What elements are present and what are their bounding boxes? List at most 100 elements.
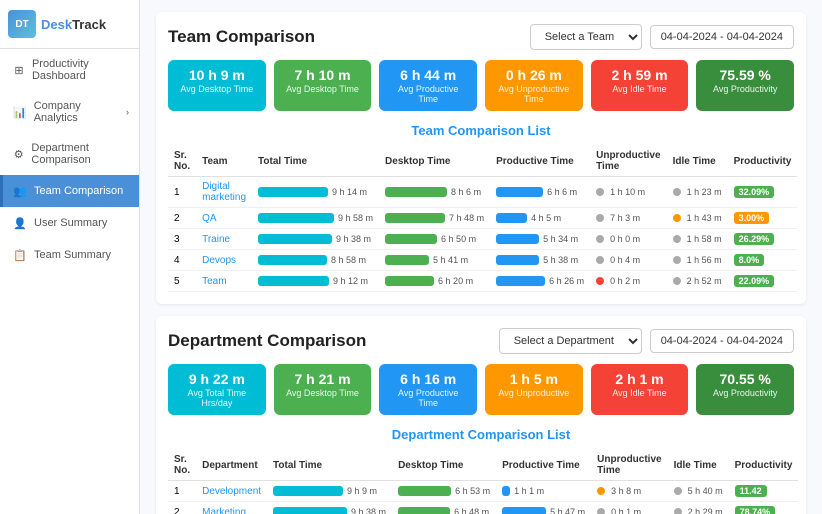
idle-time: 1 h 56 m [687,255,722,265]
col-header: Total Time [252,146,379,177]
productive-bar [496,276,545,286]
total-bar [258,187,328,197]
stat-card-0: 10 h 9 m Avg Desktop Time [168,60,266,111]
team-comparison-table: Sr. No.TeamTotal TimeDesktop TimeProduct… [168,146,797,292]
unproductive-time: 3 h 8 m [611,486,641,496]
logo: DT DeskTrack [0,0,139,49]
sidebar-item-company[interactable]: 📊 Company Analytics › [0,91,139,133]
desktop-time-cell: 8 h 6 m [379,177,490,208]
sidebar-item-user[interactable]: 👤 User Summary [0,207,139,239]
team-stats-row: 10 h 9 m Avg Desktop Time7 h 10 m Avg De… [168,60,794,111]
team-select[interactable]: Select a Team [530,24,642,50]
stat-label: Avg Desktop Time [284,388,362,398]
dept-select[interactable]: Select a Department [499,328,642,354]
col-header: Team [196,146,252,177]
team-icon: 👥 [13,184,27,198]
sidebar-item-productivity[interactable]: ⊞ Productivity Dashboard [0,49,139,91]
table-row: 1 Development 9 h 9 m 6 h 53 m 1 h 1 m [168,481,798,502]
idle-time: 2 h 52 m [687,276,722,286]
sidebar-item-teamsummary[interactable]: 📋 Team Summary [0,239,139,271]
total-time: 9 h 38 m [336,234,371,244]
stat-label: Avg Desktop Time [178,84,256,94]
team-name-cell[interactable]: Team [196,271,252,292]
productivity-icon: ⊞ [13,63,25,77]
unproductive-time: 0 h 1 m [611,507,641,514]
unproductive-dot [596,277,604,285]
total-time-cell: 9 h 9 m [267,481,392,502]
productivity-badge: 3.00% [734,212,770,224]
productive-time-cell: 5 h 38 m [490,250,590,271]
productive-bar [496,187,543,197]
productivity-cell: 78.74% [729,502,799,514]
team-name-cell[interactable]: Digital marketing [196,177,252,208]
col-header: Productivity [729,450,799,481]
chevron-icon: › [126,107,129,117]
stat-value: 6 h 44 m [389,67,467,83]
desktop-bar [385,276,434,286]
team-name-cell[interactable]: Marketing [196,502,267,514]
logo-icon: DT [8,10,36,38]
dept-stats-row: 9 h 22 m Avg Total Time Hrs/day7 h 21 m … [168,364,794,415]
sidebar-item-department[interactable]: ⚙ Department Comparison [0,133,139,175]
stat-label: Avg Productivity [706,84,784,94]
col-header: Total Time [267,450,392,481]
stat-card-5: 70.55 % Avg Productivity [696,364,794,415]
team-name-cell[interactable]: Development [196,481,267,502]
team-table-body: 1 Digital marketing 9 h 14 m 8 h 6 m 6 h… [168,177,797,292]
sidebar-label: Team Summary [34,249,111,261]
unproductive-time-cell: 0 h 2 m [590,271,666,292]
team-name-cell[interactable]: Traine [196,229,252,250]
dept-table-header: Sr. No.DepartmentTotal TimeDesktop Time P… [168,450,798,481]
row-number: 2 [168,502,196,514]
productivity-badge: 32.09% [734,186,775,198]
col-header: Department [196,450,267,481]
user-icon: 👤 [13,216,27,230]
total-time-cell: 9 h 12 m [252,271,379,292]
productivity-cell: 26.29% [728,229,798,250]
productive-time-cell: 4 h 5 m [490,208,590,229]
team-date-range: 04-04-2024 - 04-04-2024 [650,25,794,49]
team-table-header: Sr. No.TeamTotal TimeDesktop TimeProduct… [168,146,797,177]
unproductive-time-cell: 0 h 4 m [590,250,666,271]
team-name-cell[interactable]: QA [196,208,252,229]
productivity-badge: 8.0% [734,254,765,266]
total-bar [273,507,347,514]
unproductive-time: 0 h 0 m [610,234,640,244]
idle-dot [673,235,681,243]
desktop-time: 6 h 53 m [455,486,490,496]
idle-dot [673,277,681,285]
productive-bar [502,507,546,514]
idle-time-cell: 1 h 56 m [667,250,728,271]
productivity-cell: 32.09% [728,177,798,208]
productive-time-cell: 6 h 6 m [490,177,590,208]
productive-bar [496,234,539,244]
desktop-bar [385,187,447,197]
row-number: 1 [168,481,196,502]
sidebar-item-team[interactable]: 👥 Team Comparison [0,175,139,207]
team-section-controls: Select a Team 04-04-2024 - 04-04-2024 [530,24,794,50]
total-time-cell: 8 h 58 m [252,250,379,271]
stat-label: Avg Productivity [706,388,784,398]
productivity-badge: 22.09% [734,275,775,287]
stat-label: Avg Productive Time [389,84,467,104]
idle-dot [673,188,681,196]
unproductive-time: 0 h 2 m [610,276,640,286]
total-time: 9 h 9 m [347,486,377,496]
total-time: 9 h 14 m [332,187,367,197]
productive-time: 4 h 5 m [531,213,561,223]
stat-value: 10 h 9 m [178,67,256,83]
desktop-time: 6 h 48 m [454,507,489,514]
unproductive-time-cell: 3 h 8 m [591,481,667,502]
stat-value: 70.55 % [706,371,784,387]
row-number: 4 [168,250,196,271]
desktop-time-cell: 6 h 20 m [379,271,490,292]
col-header: Sr. No. [168,450,196,481]
idle-time-cell: 1 h 23 m [667,177,728,208]
idle-time: 1 h 23 m [687,187,722,197]
col-header: Desktop Time [392,450,496,481]
desktop-time-cell: 6 h 50 m [379,229,490,250]
desktop-time-cell: 5 h 41 m [379,250,490,271]
team-name-cell[interactable]: Devops [196,250,252,271]
desktop-bar [385,213,445,223]
productive-time-cell: 5 h 34 m [490,229,590,250]
